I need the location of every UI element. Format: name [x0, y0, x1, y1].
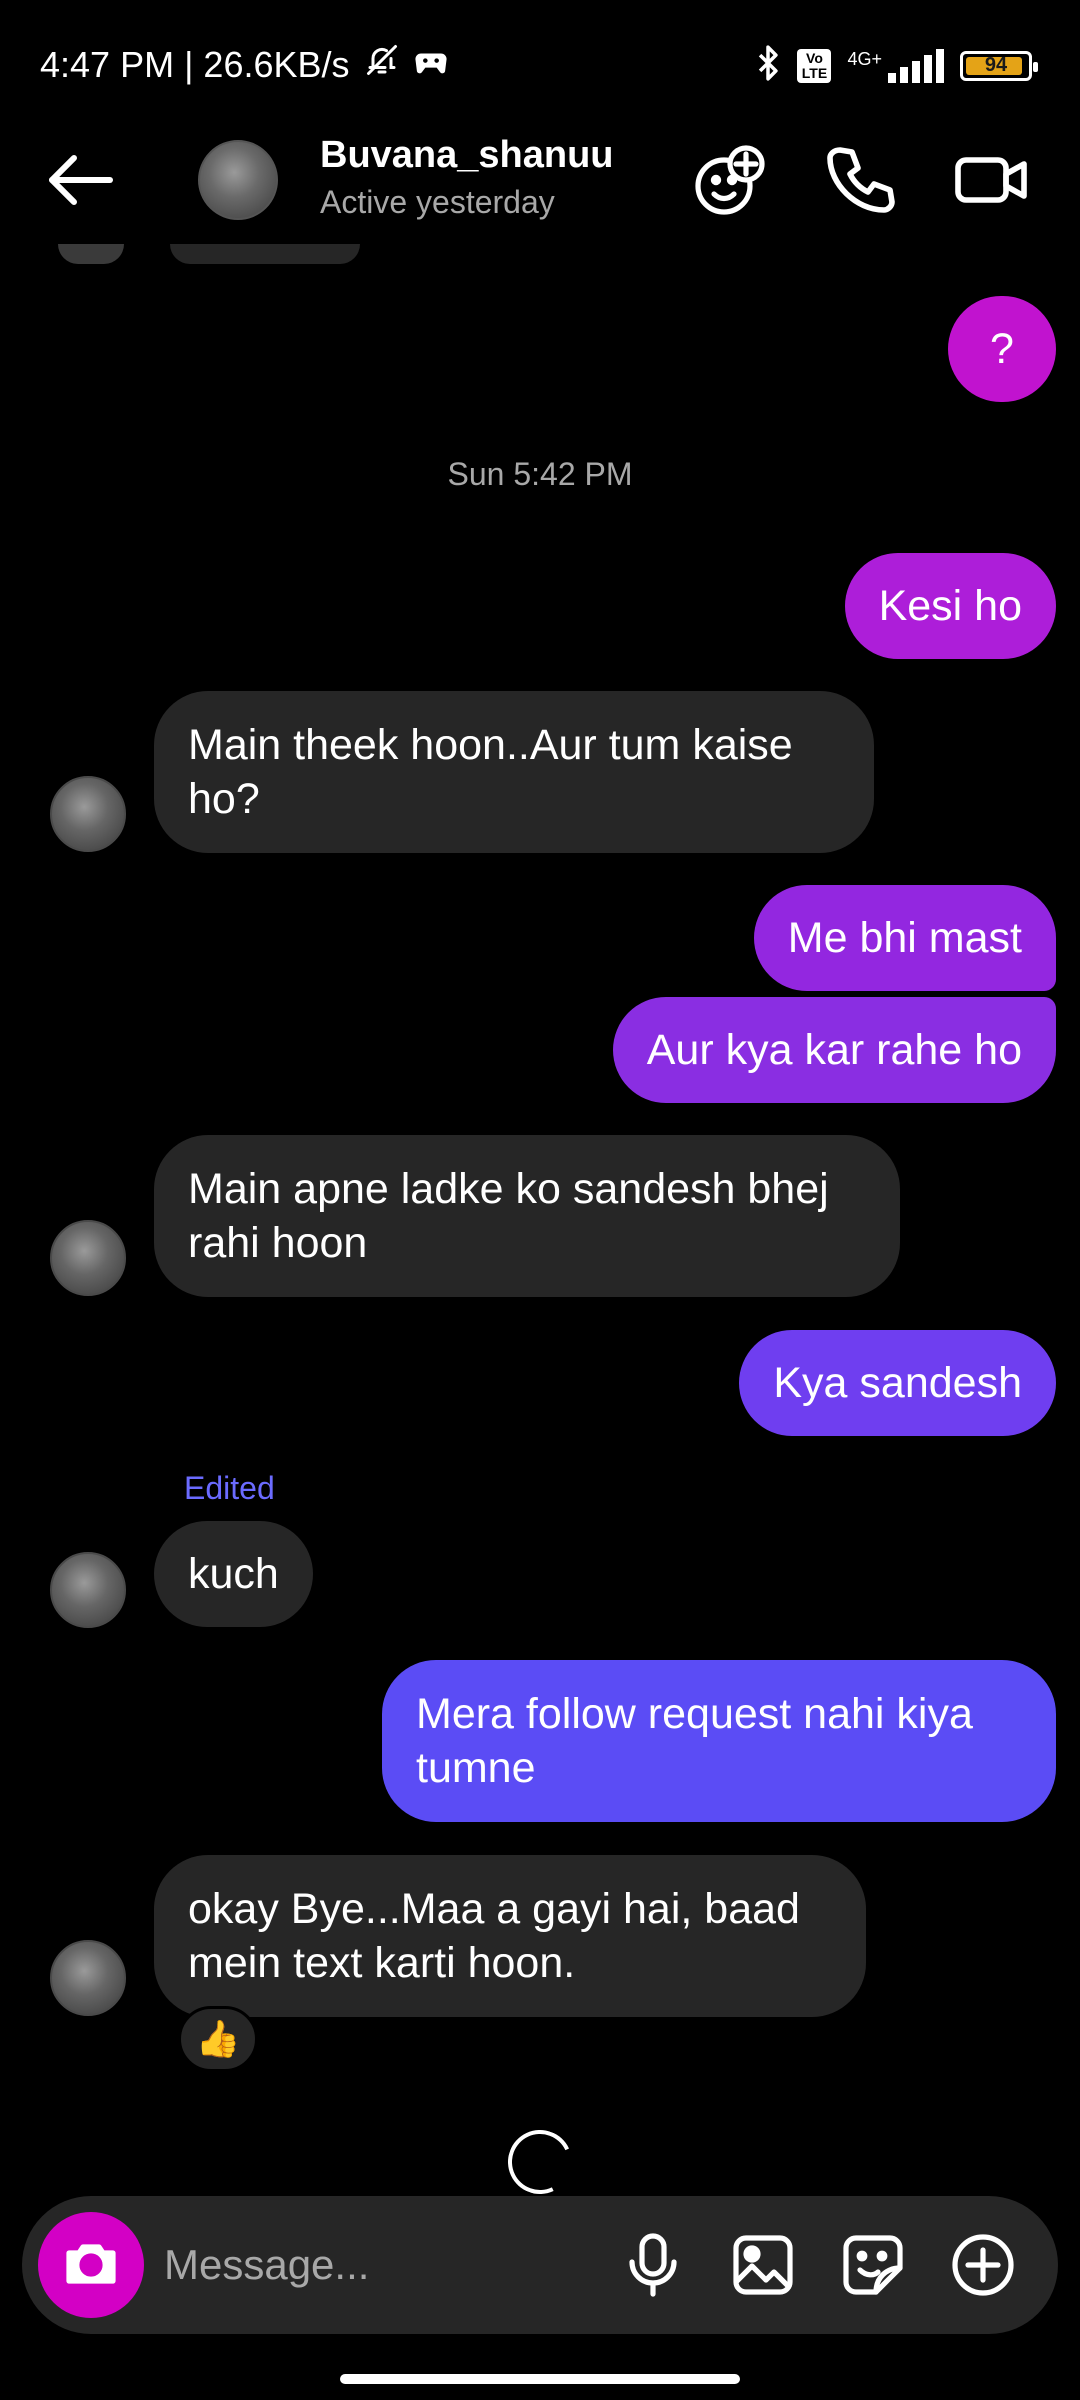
scrolled-bubble-edge — [170, 244, 360, 264]
message-text: Kya sandesh — [773, 1359, 1022, 1407]
conversation-timestamp: Sun 5:42 PM — [447, 456, 633, 492]
volte-badge: Vo LTE — [797, 48, 832, 83]
message-bubble-incoming[interactable]: Main theek hoon..Aur tum kaise ho? — [154, 691, 874, 853]
bluetooth-icon — [755, 44, 781, 87]
add-effect-icon[interactable] — [692, 142, 768, 218]
camera-icon — [63, 2235, 119, 2296]
message-text: Main apne ladke ko sandesh bhej rahi hoo… — [188, 1165, 829, 1267]
message-text: Mera follow request nahi kiya tumne — [416, 1690, 973, 1792]
home-indicator[interactable] — [340, 2374, 740, 2384]
battery-indicator: 94 — [960, 50, 1038, 81]
game-controller-icon — [414, 44, 448, 86]
chat-header: Buvana_shanuu Active yesterday — [0, 120, 1080, 250]
battery-percent: 94 — [984, 54, 1008, 76]
reaction-thumbs-up[interactable]: 👍 — [178, 2006, 258, 2072]
contact-name[interactable]: Buvana_shanuu — [320, 134, 614, 177]
message-text: Main theek hoon..Aur tum kaise ho? — [188, 721, 793, 823]
message-text: Aur kya kar rahe ho — [646, 1026, 1022, 1074]
contact-avatar[interactable] — [198, 140, 278, 220]
camera-button[interactable] — [38, 2212, 144, 2318]
sender-avatar[interactable] — [50, 1552, 126, 1628]
status-time-speed: 4:47 PM | 26.6KB/s — [40, 43, 350, 85]
message-text: kuch — [188, 1550, 279, 1598]
sticker-icon[interactable] — [838, 2230, 908, 2300]
scrolled-avatar-edge — [58, 244, 124, 264]
message-input[interactable] — [164, 2230, 604, 2300]
sender-avatar[interactable] — [50, 1220, 126, 1296]
message-bubble-outgoing[interactable]: ? — [948, 296, 1056, 402]
message-bubble-outgoing[interactable]: Kesi ho — [844, 553, 1056, 659]
status-left: 4:47 PM | 26.6KB/s — [40, 42, 448, 87]
mute-bell-icon — [364, 42, 400, 87]
loading-spinner-icon — [498, 2120, 582, 2204]
message-bubble-outgoing[interactable]: Mera follow request nahi kiya tumne — [382, 1660, 1056, 1822]
signal-icon: 4G+ — [847, 48, 944, 83]
gallery-icon[interactable] — [728, 2230, 798, 2300]
edited-label: Edited — [184, 1470, 275, 1506]
message-text: Me bhi mast — [787, 914, 1022, 962]
message-text: Kesi ho — [878, 582, 1022, 630]
status-right: Vo LTE 4G+ 94 — [755, 44, 1038, 87]
sender-avatar[interactable] — [50, 1940, 126, 2016]
message-bubble-incoming[interactable]: okay Bye...Maa a gayi hai, baad mein tex… — [154, 1855, 866, 2017]
video-camera-icon[interactable] — [954, 142, 1030, 218]
sender-avatar[interactable] — [50, 776, 126, 852]
contact-status: Active yesterday — [320, 184, 555, 220]
message-bubble-outgoing[interactable]: Kya sandesh — [739, 1330, 1056, 1436]
message-bubble-outgoing[interactable]: Me bhi mast — [753, 885, 1056, 991]
message-bubble-outgoing[interactable]: Aur kya kar rahe ho — [612, 997, 1056, 1103]
message-bubble-incoming[interactable]: Main apne ladke ko sandesh bhej rahi hoo… — [154, 1135, 900, 1297]
network-type-label: 4G+ — [847, 48, 882, 69]
microphone-icon[interactable] — [618, 2230, 688, 2300]
phone-icon[interactable] — [822, 142, 898, 218]
message-text: ? — [990, 325, 1014, 373]
message-composer — [22, 2196, 1058, 2334]
status-bar: 4:47 PM | 26.6KB/s Vo LTE 4G+ 94 — [0, 0, 1080, 120]
message-bubble-incoming[interactable]: kuch — [154, 1521, 313, 1627]
message-text: okay Bye...Maa a gayi hai, baad mein tex… — [188, 1885, 800, 1987]
back-arrow-icon[interactable] — [44, 150, 116, 210]
plus-icon[interactable] — [948, 2230, 1018, 2300]
